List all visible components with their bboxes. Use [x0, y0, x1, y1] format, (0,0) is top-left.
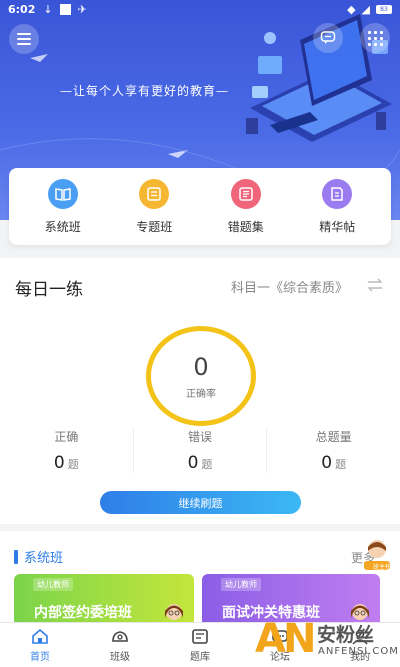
category-label: 系统班	[44, 219, 81, 234]
category-label: 精华帖	[319, 219, 356, 234]
battery-level: 83	[380, 5, 388, 13]
apps-button[interactable]	[360, 23, 390, 53]
category-featured-posts[interactable]: 精华帖	[297, 178, 377, 235]
tab-forum[interactable]: 论坛	[240, 623, 320, 667]
bottom-tab-bar: 首页 班级 题库 论坛 我的	[0, 622, 400, 667]
section-title: 系统班	[24, 551, 64, 566]
menu-icon	[17, 30, 31, 48]
subject-selector[interactable]: 科目一《综合素质》	[231, 277, 348, 296]
profile-icon	[352, 629, 368, 645]
menu-button[interactable]	[9, 24, 39, 54]
signal-icon: ◢	[361, 2, 370, 16]
list-icon	[139, 178, 170, 209]
book-icon	[47, 178, 78, 209]
chat-bubble-icon	[320, 31, 336, 44]
switch-subject-icon[interactable]	[366, 277, 384, 296]
category-card: 系统班 专题班 错题集 精华帖	[9, 168, 391, 245]
tab-home[interactable]: 首页	[0, 623, 80, 667]
accuracy-value: 0	[193, 352, 209, 381]
stat-value: 0	[53, 453, 65, 473]
class-icon	[112, 630, 128, 642]
error-book-icon	[230, 178, 261, 209]
stat-total: 总题量 0题	[266, 428, 400, 473]
section-accent-bar	[14, 549, 18, 564]
post-icon	[322, 178, 353, 209]
tab-label: 首页	[30, 651, 50, 663]
section-header: 系统班	[14, 547, 63, 566]
course-name: 内部签约委培班	[34, 605, 132, 621]
battery-icon: 83	[376, 4, 392, 14]
stat-unit: 题	[201, 458, 213, 471]
stat-correct: 正确 0题	[0, 428, 133, 473]
category-system-class[interactable]: 系统班	[23, 178, 103, 235]
status-bar: 6:02 ↓ ✈ ◆ ◢ 83	[0, 0, 400, 18]
course-card[interactable]: 幼儿教师 面试冲关特惠班	[202, 574, 380, 629]
tab-label: 题库	[190, 651, 210, 663]
course-tag: 幼儿教师	[221, 578, 261, 591]
course-name: 面试冲关特惠班	[222, 605, 320, 621]
stat-label: 正确	[54, 430, 79, 444]
category-topic-class[interactable]: 专题班	[114, 178, 194, 235]
tab-label: 我的	[350, 651, 370, 663]
wifi-icon: ◆	[347, 2, 356, 16]
stat-value: 0	[187, 453, 199, 473]
system-class-section: 系统班 更多 班主任 幼儿教师 内部签约委培班 幼儿教师 面试冲关特惠班	[0, 531, 400, 631]
slogan: —让每个人享有更好的教育—	[60, 84, 230, 98]
tab-question-bank[interactable]: 题库	[160, 623, 240, 667]
airplane-icon: ✈	[77, 2, 87, 16]
tab-class[interactable]: 班级	[80, 623, 160, 667]
daily-practice-title: 每日一练	[15, 280, 83, 300]
question-bank-icon	[192, 628, 208, 644]
stat-wrong: 错误 0题	[132, 428, 267, 473]
category-label: 错题集	[227, 219, 264, 234]
stat-value: 0	[321, 453, 333, 473]
forum-icon	[272, 629, 288, 642]
accuracy-label: 正确率	[186, 388, 216, 400]
stat-unit: 题	[335, 458, 347, 471]
tab-label: 论坛	[270, 651, 290, 663]
stat-label: 错误	[188, 430, 213, 444]
notification-icon	[59, 3, 71, 15]
stat-label: 总题量	[315, 430, 352, 444]
tab-label: 班级	[110, 651, 130, 663]
course-tag: 幼儿教师	[33, 578, 73, 591]
continue-practice-button[interactable]: 继续刷题	[100, 491, 301, 514]
home-icon	[32, 628, 48, 644]
avatar-badge: 班主任	[372, 564, 391, 571]
practice-stats: 正确 0题 错误 0题 总题量 0题	[0, 428, 400, 473]
download-icon: ↓	[43, 2, 53, 16]
tab-profile[interactable]: 我的	[320, 623, 400, 667]
status-time: 6:02	[8, 2, 36, 16]
category-label: 专题班	[136, 219, 173, 234]
category-error-book[interactable]: 错题集	[206, 178, 286, 235]
accuracy-ring: 0 正确率	[146, 326, 256, 426]
apps-grid-icon	[367, 30, 383, 46]
daily-practice-card: 每日一练 科目一《综合素质》 0 正确率 正确 0题 错误 0题 总题量 0题 …	[0, 258, 400, 524]
message-button[interactable]	[313, 23, 343, 53]
stat-unit: 题	[67, 458, 79, 471]
course-card[interactable]: 幼儿教师 内部签约委培班	[14, 574, 194, 629]
